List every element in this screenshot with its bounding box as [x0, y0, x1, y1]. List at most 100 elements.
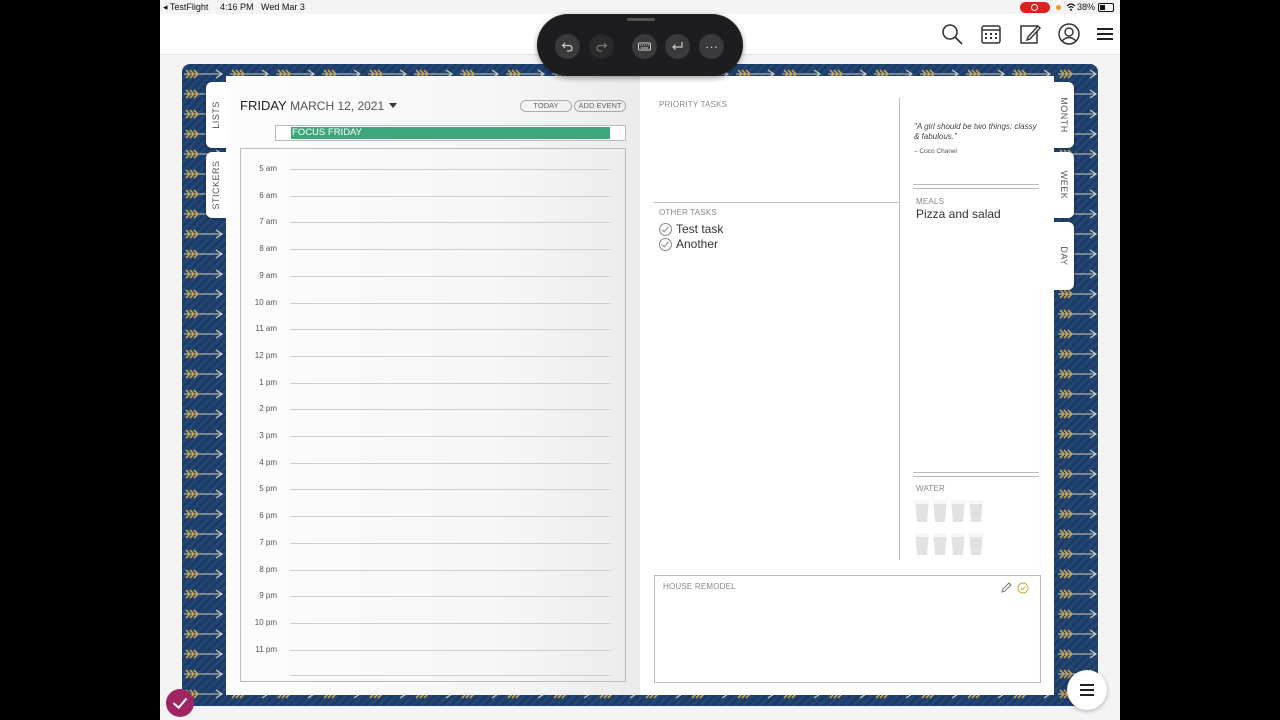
day-title[interactable]: FRIDAY MARCH 12, 2021 — [240, 98, 398, 113]
redo-icon — [596, 42, 608, 52]
water-glass[interactable] — [915, 533, 929, 555]
water-glass[interactable] — [915, 500, 929, 522]
done-button[interactable] — [166, 689, 194, 717]
tab-day[interactable]: DAY — [1054, 222, 1074, 290]
redo-button[interactable] — [589, 34, 614, 59]
return-button[interactable] — [665, 34, 690, 59]
undo-button[interactable] — [555, 34, 580, 59]
hour-row[interactable]: 11 pm — [241, 645, 625, 660]
hour-label: 7 pm — [259, 537, 277, 547]
tab-week[interactable]: WEEK — [1054, 152, 1074, 218]
tab-lists[interactable]: LISTS — [206, 82, 226, 148]
menu-icon[interactable] — [1093, 22, 1117, 46]
hour-row[interactable]: 6 pm — [241, 511, 625, 526]
ipad-screen: ◂ TestFlight 4:16 PM Wed Mar 3 38% LISTS… — [160, 0, 1120, 720]
more-button[interactable]: ··· — [699, 34, 724, 59]
priority-tasks-area[interactable] — [654, 114, 898, 200]
search-icon[interactable] — [940, 22, 964, 46]
hour-line — [290, 596, 611, 598]
hour-label: 11 pm — [255, 644, 277, 654]
battery-icon — [1098, 3, 1114, 12]
tab-month[interactable]: MONTH — [1054, 82, 1074, 148]
return-icon — [672, 42, 683, 50]
water-glass[interactable] — [951, 533, 965, 555]
hour-row[interactable]: 3 pm — [241, 431, 625, 446]
add-event-button[interactable]: ADD EVENT — [574, 100, 626, 112]
hour-label: 3 pm — [259, 431, 277, 440]
hour-line — [290, 542, 611, 544]
undo-icon — [561, 42, 573, 52]
hour-row[interactable]: 10 pm — [241, 618, 625, 633]
notes-box[interactable]: HOUSE REMODEL — [654, 575, 1041, 683]
calendar-icon[interactable] — [979, 22, 1003, 46]
water-glass[interactable] — [969, 533, 983, 555]
privacy-indicator — [1056, 5, 1061, 10]
day-schedule-page: FRIDAY MARCH 12, 2021 TODAY ADD EVENT FO… — [226, 76, 640, 695]
hour-row[interactable]: 9 pm — [241, 591, 625, 606]
keyboard-button[interactable] — [632, 34, 657, 59]
water-glass[interactable] — [933, 533, 947, 555]
back-to-app-link[interactable]: ◂ TestFlight — [163, 2, 208, 13]
hour-line — [290, 222, 611, 224]
hour-line — [290, 302, 611, 304]
water-glass[interactable] — [969, 500, 983, 522]
hour-row[interactable]: 7 pm — [241, 538, 625, 553]
hour-line — [290, 249, 611, 251]
hour-row[interactable]: 2 pm — [241, 404, 625, 419]
hour-label: 2 pm — [259, 404, 277, 414]
hour-label: 5 pm — [259, 484, 277, 494]
hour-label: 5 am — [259, 164, 277, 173]
keyboard-icon — [638, 42, 651, 51]
check-circle-icon[interactable] — [659, 223, 672, 236]
hour-line — [290, 355, 611, 357]
hour-label: 9 pm — [259, 591, 277, 601]
water-glass[interactable] — [951, 500, 965, 522]
today-button[interactable]: TODAY — [520, 100, 572, 112]
hour-line — [290, 516, 611, 518]
hour-line — [290, 489, 611, 491]
hour-label: 1 pm — [259, 377, 277, 387]
hour-row[interactable]: 7 am — [241, 217, 625, 232]
hour-line — [290, 169, 611, 170]
hour-line — [290, 275, 611, 277]
tab-stickers[interactable]: STICKERS — [206, 152, 226, 218]
meals-label: MEALS — [916, 197, 945, 206]
hour-label: 10 am — [254, 297, 277, 307]
check-circle-icon[interactable] — [659, 238, 672, 251]
floating-menu-button[interactable] — [1067, 670, 1107, 710]
hour-label: 4 pm — [259, 457, 277, 467]
hour-line — [290, 382, 611, 384]
priority-tasks-label: PRIORITY TASKS — [659, 100, 728, 109]
water-glass[interactable] — [933, 500, 947, 522]
account-icon[interactable] — [1057, 22, 1081, 46]
hour-row[interactable]: 5 am — [241, 164, 625, 179]
hour-row[interactable]: 6 am — [241, 191, 625, 206]
check-circle-icon[interactable] — [1017, 582, 1029, 594]
hour-line — [290, 409, 611, 411]
focus-field[interactable]: FOCUS FRIDAY — [275, 125, 626, 141]
hour-row[interactable]: 9 am — [241, 271, 625, 286]
hour-label: 8 am — [259, 244, 277, 254]
meals-value[interactable]: Pizza and salad — [916, 207, 1001, 221]
pencil-icon[interactable] — [1000, 582, 1012, 594]
toolbar-handle[interactable] — [627, 18, 655, 21]
hour-row[interactable]: 12 pm — [241, 351, 625, 366]
water-label: WATER — [916, 484, 945, 493]
hour-row[interactable]: 4 pm — [241, 458, 625, 473]
wifi-icon — [1066, 3, 1076, 11]
hourly-schedule[interactable]: 5 am 6 am 7 am 8 am 9 am 10 am 11 am 12 pm 1 pm 2… — [240, 148, 626, 682]
daily-quote: "A girl should be two things: classy & f… — [914, 122, 1037, 141]
menu-icon — [1080, 684, 1094, 686]
hour-row[interactable]: 5 pm — [241, 484, 625, 499]
divider — [899, 98, 900, 560]
hour-row[interactable]: 8 pm — [241, 565, 625, 580]
hour-row[interactable]: 11 am — [241, 324, 625, 339]
divider — [913, 188, 1039, 189]
date-label: MARCH 12, 2021 — [290, 99, 385, 113]
hour-row[interactable]: 8 am — [241, 244, 625, 259]
hour-row[interactable]: 1 pm — [241, 378, 625, 393]
recording-indicator — [1020, 2, 1050, 13]
hour-label: 7 am — [259, 217, 277, 227]
edit-icon[interactable] — [1018, 22, 1042, 46]
hour-row[interactable]: 10 am — [241, 298, 625, 313]
